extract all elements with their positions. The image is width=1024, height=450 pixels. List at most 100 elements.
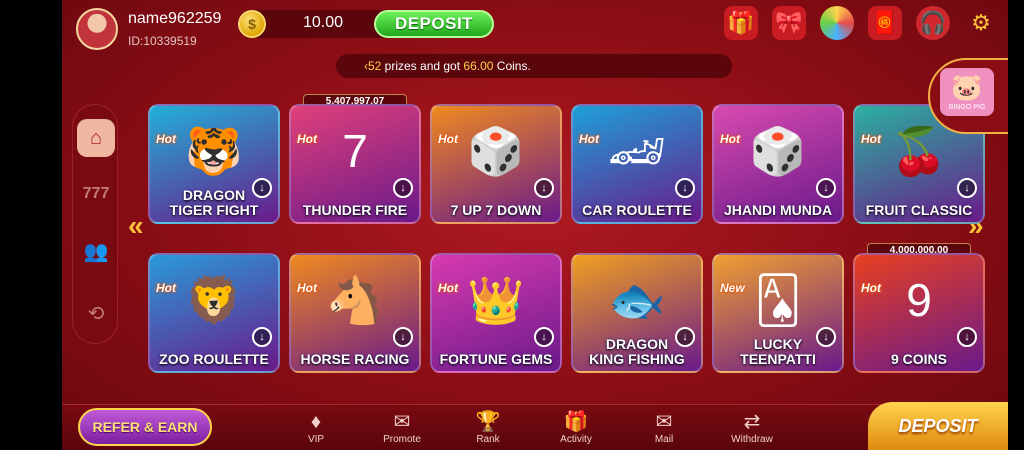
game-card[interactable]: 👑 Hot ↓ FORTUNE GEMS [430,253,562,373]
username: name962259 [128,10,222,27]
refer-earn-button[interactable]: REFER & EARN [78,408,212,446]
game-title-main: TIGER FIGHT [169,202,259,218]
nav-activity[interactable]: 🎁 Activity [548,410,604,445]
activity-icon: 🎁 [563,411,589,433]
home-icon[interactable]: ⌂ [77,119,115,157]
ticker-text: prizes and got [381,59,464,73]
nav-mail[interactable]: ✉ Mail [636,410,692,445]
game-title-main: 9 COINS [890,351,947,367]
slots-777-icon[interactable]: 777 [77,175,115,213]
download-icon[interactable]: ↓ [393,178,413,198]
game-title: FORTUNE GEMS [436,352,556,367]
game-title-main: FORTUNE GEMS [439,351,553,367]
download-icon[interactable]: ↓ [252,327,272,347]
users-icon[interactable]: 👥 [77,233,115,271]
nav-label: Withdraw [731,434,773,445]
giftbox-icon[interactable]: 🎀 [772,6,806,40]
game-title: JHANDI MUNDA [718,203,838,218]
game-title: 7 UP 7 DOWN [436,203,556,218]
game-title-main: JHANDI MUNDA [723,202,833,218]
game-badge: New [720,281,745,295]
nav-rank[interactable]: 🏆 Rank [460,410,516,445]
download-icon[interactable]: ↓ [957,178,977,198]
game-badge: Hot [297,132,317,146]
game-title: 9 COINS [859,352,979,367]
game-card[interactable]: 🐟 ↓ DRAGON KING FISHING [571,253,703,373]
game-card[interactable]: 🐯 Hot ↓ DRAGON TIGER FIGHT [148,104,280,224]
nav-vip[interactable]: ♦ VIP [288,410,344,445]
download-icon[interactable]: ↓ [675,178,695,198]
bingo-pig-promo[interactable]: 🐷 BINGO PIG [928,58,1008,134]
game-title-main: THUNDER FIRE [302,202,408,218]
nav-label: Promote [383,434,421,445]
ticker-prefix: ‹52 [364,59,382,73]
game-badge: Hot [297,281,317,295]
game-lobby: name962259 ID:10339519 $ 10.00 DEPOSIT 🎁… [62,0,1008,450]
game-card[interactable]: 🎲 Hot ↓ JHANDI MUNDA [712,104,844,224]
diamond-icon: ♦ [310,411,322,433]
user-id: ID:10339519 [128,34,197,48]
game-title-main: TEENPATTI [740,351,816,367]
bingo-pig-label: BINGO PIG [948,104,986,111]
game-title: DRAGON KING FISHING [577,337,697,367]
nav-label: Mail [654,434,674,445]
game-card[interactable]: 🎲 Hot ↓ 7 UP 7 DOWN [430,104,562,224]
ticker-suffix: Coins. [493,59,531,73]
game-badge: Hot [579,132,599,146]
game-badge: Hot [861,281,881,295]
game-title: ZOO ROULETTE [154,352,274,367]
coin-icon: $ [238,10,266,38]
nav-label: Rank [476,434,500,445]
nav-promote[interactable]: ✉ Promote [374,410,430,445]
game-title: CAR ROULETTE [577,203,697,218]
game-card[interactable]: 9 Hot ↓ 9 COINS [853,253,985,373]
download-icon[interactable]: ↓ [534,327,554,347]
mail-icon: ✉ [655,411,673,433]
game-title-main: CAR ROULETTE [582,202,692,218]
trophy-icon: 🏆 [475,411,501,433]
screen-edge [1008,0,1024,450]
game-badge: Hot [720,132,740,146]
gear-icon[interactable]: ⚙ [964,6,998,40]
game-title: FRUIT CLASSIC [859,203,979,218]
game-title-main: FRUIT CLASSIC [865,202,973,218]
game-title: DRAGON TIGER FIGHT [154,188,274,218]
game-card[interactable]: 🏎 Hot ↓ CAR ROULETTE [571,104,703,224]
game-title-top: DRAGON [182,187,246,203]
ticker-amount: 66.00 [463,59,494,73]
game-card[interactable]: 🐴 Hot ↓ HORSE RACING [289,253,421,373]
promote-icon: ✉ [393,411,411,433]
game-card[interactable]: 🂡 New ↓ LUCKY TEENPATTI [712,253,844,373]
nav-withdraw[interactable]: ⇄ Withdraw [724,410,780,445]
download-icon[interactable]: ↓ [393,327,413,347]
game-title-main: ZOO ROULETTE [159,351,269,367]
game-title-main: HORSE RACING [300,351,410,367]
game-badge: Hot [861,132,881,146]
deposit-bottom-button[interactable]: DEPOSIT [868,402,1008,450]
game-badge: Hot [156,281,176,295]
game-title-main: 7 UP 7 DOWN [450,202,542,218]
scroll-left-arrow[interactable]: « [128,210,144,242]
download-icon[interactable]: ↓ [957,327,977,347]
spin-wheel-icon[interactable] [820,6,854,40]
game-title-top: DRAGON [605,336,669,352]
game-badge: Hot [438,281,458,295]
nav-label: VIP [307,434,325,445]
game-badge: Hot [438,132,458,146]
game-card[interactable]: 7 Hot ↓ THUNDER FIRE [289,104,421,224]
category-sidebar: ⌂ 777 👥 ⟲ [72,104,118,344]
withdraw-icon: ⇄ [743,411,761,433]
gift-icon[interactable]: 🎁 [724,6,758,40]
winners-ticker: ‹52 prizes and got 66.00 Coins. [336,54,732,78]
support-icon[interactable]: 🎧 [916,6,950,40]
game-badge: Hot [156,132,176,146]
balance-value: 10.00 [302,14,344,31]
history-icon[interactable]: ⟲ [77,295,115,333]
avatar[interactable] [76,8,118,50]
game-card[interactable]: 🦁 Hot ↓ ZOO ROULETTE [148,253,280,373]
download-icon[interactable]: ↓ [816,178,836,198]
deposit-button[interactable]: DEPOSIT [374,10,494,38]
download-icon[interactable]: ↓ [534,178,554,198]
lucky-bag-icon[interactable]: 🧧 [868,6,902,40]
game-title-top: LUCKY [753,336,803,352]
